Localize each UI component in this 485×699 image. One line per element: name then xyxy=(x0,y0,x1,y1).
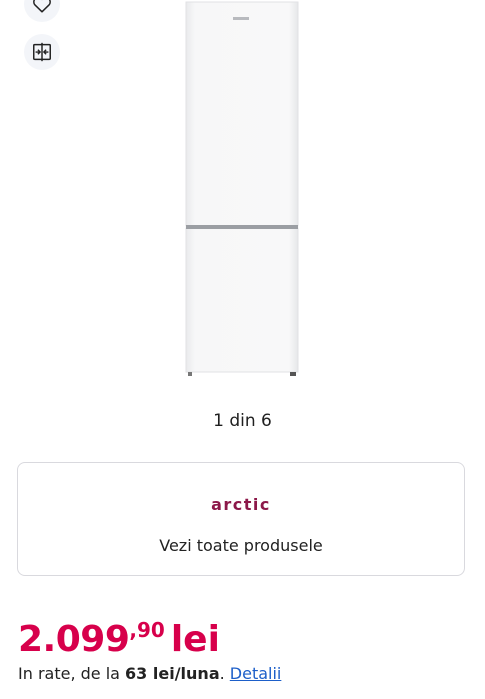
brand-logo: arctic xyxy=(211,495,271,514)
installment-details-link[interactable]: Detalii xyxy=(230,664,282,683)
brand-card[interactable]: arctic Vezi toate produsele xyxy=(17,462,465,576)
installment-info: In rate, de la 63 lei/luna. Detalii xyxy=(18,664,281,683)
product-price: 2.099,90 lei xyxy=(18,618,220,660)
installment-prefix: In rate, de la xyxy=(18,664,126,683)
wishlist-button[interactable] xyxy=(24,0,60,22)
gallery-counter: 1 din 6 xyxy=(213,411,272,431)
price-decimals: ,90 xyxy=(129,618,165,642)
installment-amount: 63 lei/luna xyxy=(125,664,220,683)
installment-suffix: . xyxy=(219,664,230,683)
price-currency: lei xyxy=(170,619,220,660)
product-image[interactable] xyxy=(180,0,304,380)
compare-button[interactable] xyxy=(24,34,60,70)
compare-icon xyxy=(33,42,51,62)
heart-icon xyxy=(33,0,51,13)
see-all-products-link[interactable]: Vezi toate produsele xyxy=(18,536,464,555)
price-integer: 2.099 xyxy=(18,619,130,660)
